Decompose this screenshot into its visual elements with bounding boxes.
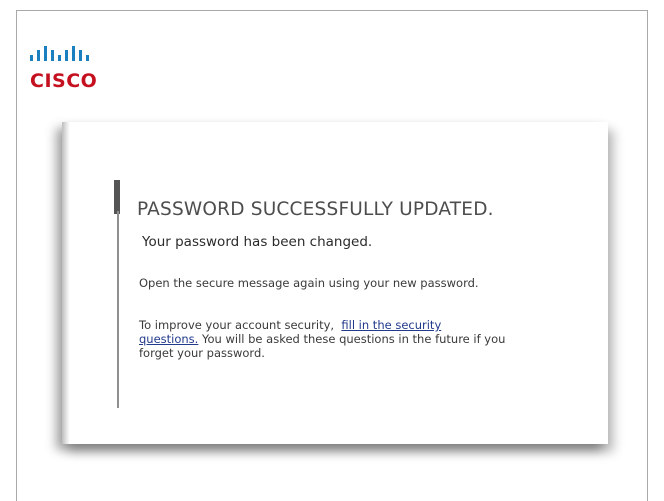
cisco-bridge-bars-icon bbox=[30, 46, 89, 61]
page: CISCO PASSWORD SUCCESSFULLY UPDATED. You… bbox=[0, 0, 664, 501]
instruction-text: Open the secure message again using your… bbox=[139, 276, 479, 290]
accent-bar bbox=[114, 180, 120, 214]
security-prefix: To improve your account security, bbox=[139, 318, 335, 332]
cisco-logo: CISCO bbox=[30, 43, 112, 95]
panel-left-edge bbox=[62, 122, 70, 444]
security-paragraph: To improve your account security, fill i… bbox=[139, 318, 609, 360]
page-title: PASSWORD SUCCESSFULLY UPDATED. bbox=[137, 199, 494, 220]
cisco-wordmark: CISCO bbox=[30, 70, 98, 92]
security-suffix-1: You will be asked these questions in the… bbox=[202, 332, 506, 346]
security-questions-link-part2[interactable]: questions. bbox=[139, 332, 198, 346]
security-line-2: questions. You will be asked these quest… bbox=[139, 332, 609, 346]
security-line-3: forget your password. bbox=[139, 346, 265, 360]
security-questions-link-part1[interactable]: fill in the security bbox=[341, 318, 441, 332]
security-line-1: To improve your account security, fill i… bbox=[139, 318, 609, 332]
vertical-divider bbox=[117, 211, 119, 408]
confirmation-text: Your password has been changed. bbox=[142, 234, 373, 250]
